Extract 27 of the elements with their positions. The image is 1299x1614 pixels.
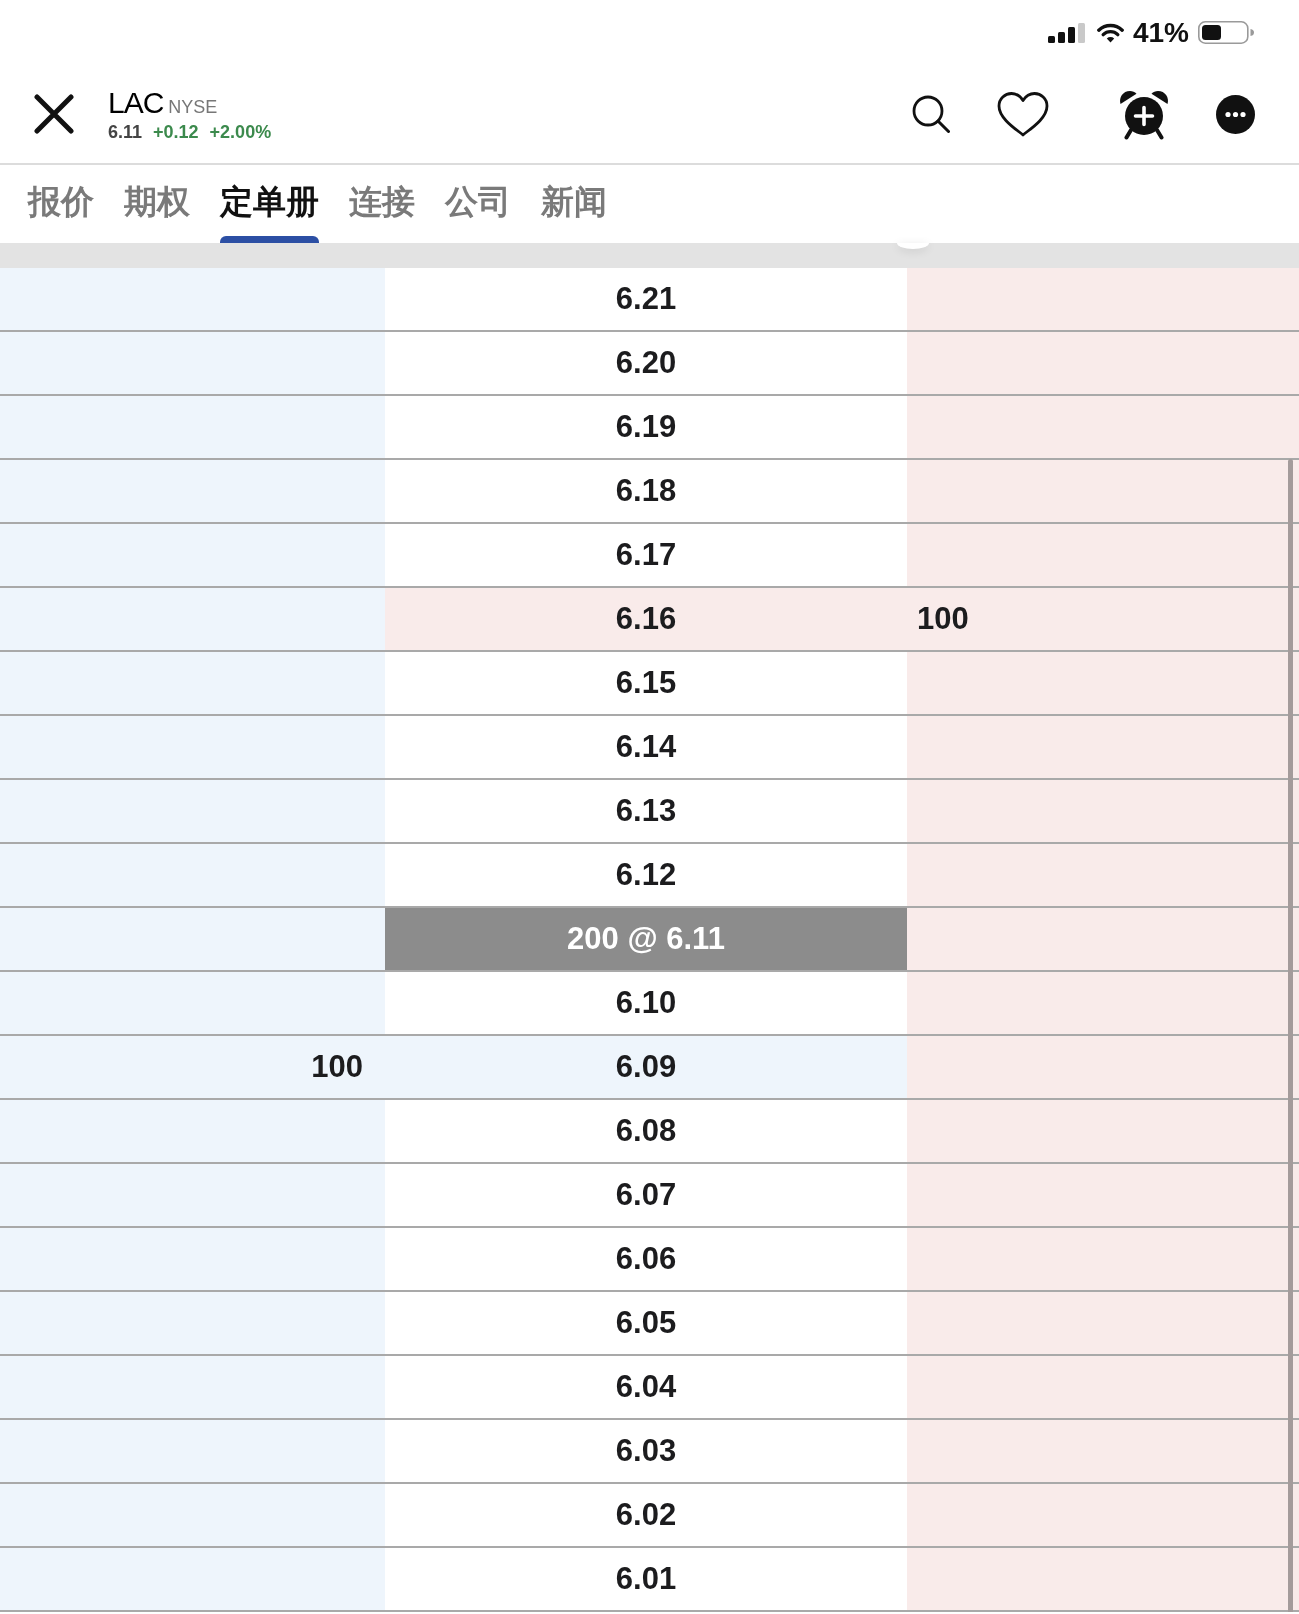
price-change: +0.12 (153, 122, 199, 143)
wifi-icon (1096, 22, 1124, 43)
battery-icon (1198, 21, 1254, 44)
more-icon[interactable] (1216, 94, 1255, 134)
bid-size-cell: 100 (0, 1036, 385, 1098)
price-cell: 6.16 (385, 588, 907, 650)
signal-icon (1047, 22, 1085, 43)
ask-size-cell: 100 (907, 588, 1299, 650)
percent-change: +2.00% (209, 122, 272, 143)
last-price: 6.11 (108, 122, 143, 143)
tab[interactable]: 公司 (438, 165, 518, 243)
scrollbar[interactable] (1288, 459, 1293, 1612)
search-icon[interactable] (912, 95, 950, 133)
drag-handle[interactable] (897, 243, 929, 249)
tab[interactable]: 期权 (117, 165, 197, 243)
tab[interactable]: 连接 (342, 165, 422, 243)
tab[interactable]: 新闻 (534, 165, 614, 243)
stock-symbol: LAC (108, 87, 164, 119)
last-trade-cell: 200 @ 6.11 (385, 908, 907, 970)
tab[interactable]: 报价 (21, 165, 101, 243)
heart-icon[interactable] (997, 91, 1049, 137)
tab[interactable]: 定单册 (213, 165, 326, 243)
close-icon[interactable] (34, 94, 74, 134)
exchange-label: NYSE (168, 98, 218, 118)
alarm-clock-plus-icon[interactable] (1118, 88, 1170, 140)
price-cell: 6.09 (385, 1036, 907, 1098)
battery-percentage: 41% (1132, 18, 1189, 47)
